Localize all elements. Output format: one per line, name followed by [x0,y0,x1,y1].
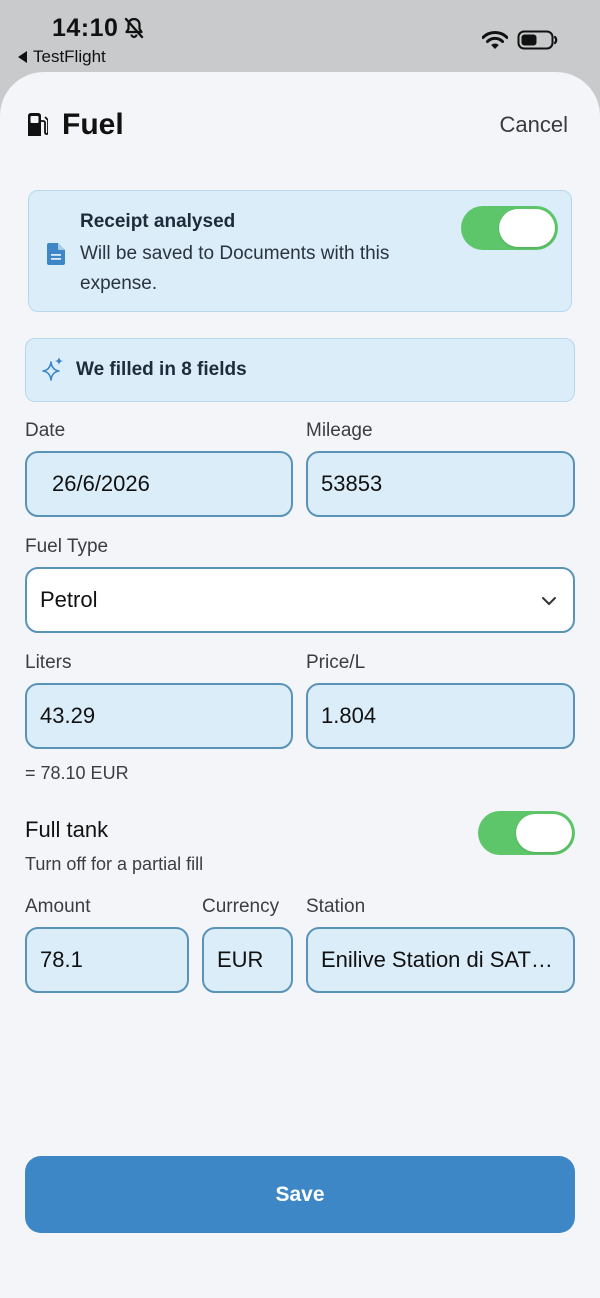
sparkles-icon [42,357,63,381]
liters-label: Liters [25,652,72,673]
document-icon [47,243,65,265]
date-value: 26/6/2026 [52,471,150,496]
autofill-banner: We filled in 8 fields [25,338,575,402]
currency-field[interactable]: EUR [202,927,293,993]
price-value: 1.804 [321,703,377,728]
date-field[interactable]: 26/6/2026 [25,451,293,517]
toggle-knob [499,209,555,247]
cancel-button[interactable]: Cancel [500,112,568,138]
full-tank-hint: Turn off for a partial fill [25,854,204,874]
liters-field[interactable]: 43.29 [25,683,293,749]
fuel-type-value: Petrol [40,587,98,612]
chevron-down-icon [542,597,556,605]
fuel-type-select[interactable]: Petrol [25,567,575,633]
receipt-description: Will be saved to Documents with this exp… [80,243,390,294]
autofill-text: We filled in 8 fields [76,359,247,380]
page-title: Fuel [62,108,124,141]
station-label: Station [306,896,366,917]
mileage-value: 53853 [321,471,383,496]
header: Fuel Cancel [0,72,600,182]
back-app-label: TestFlight [33,47,106,66]
mileage-field[interactable]: 53853 [306,451,575,517]
liters-value: 43.29 [40,703,96,728]
receipt-title: Receipt analysed [80,211,236,232]
amount-label: Amount [25,896,91,917]
status-bar: 14:10 TestFlight [0,0,600,74]
fuel-pump-icon [28,113,48,136]
station-value: Enilive Station di SAT… [321,947,553,972]
save-button[interactable]: Save [25,1156,575,1233]
fuel-sheet: Fuel Cancel Receipt analysed Will be sav… [0,72,600,1298]
receipt-save-toggle[interactable] [461,206,558,250]
toggle-knob [516,814,572,852]
back-triangle-icon [18,51,27,63]
currency-label: Currency [202,896,280,917]
amount-field[interactable]: 78.1 [25,927,189,993]
back-to-testflight[interactable]: TestFlight [18,47,106,67]
mileage-label: Mileage [306,420,373,441]
wifi-icon [482,31,508,49]
fuel-type-label: Fuel Type [25,536,109,557]
price-label: Price/L [306,652,366,673]
bell-slash-icon [124,17,144,39]
full-tank-label: Full tank [25,817,109,842]
battery-icon [517,30,558,50]
amount-value: 78.1 [40,947,83,972]
date-label: Date [25,420,66,441]
total-hint: = 78.10 EUR [25,763,129,783]
status-time: 14:10 [52,14,119,42]
station-field[interactable]: Enilive Station di SAT… [306,927,575,993]
price-field[interactable]: 1.804 [306,683,575,749]
currency-value: EUR [217,947,264,972]
full-tank-toggle[interactable] [478,811,575,855]
